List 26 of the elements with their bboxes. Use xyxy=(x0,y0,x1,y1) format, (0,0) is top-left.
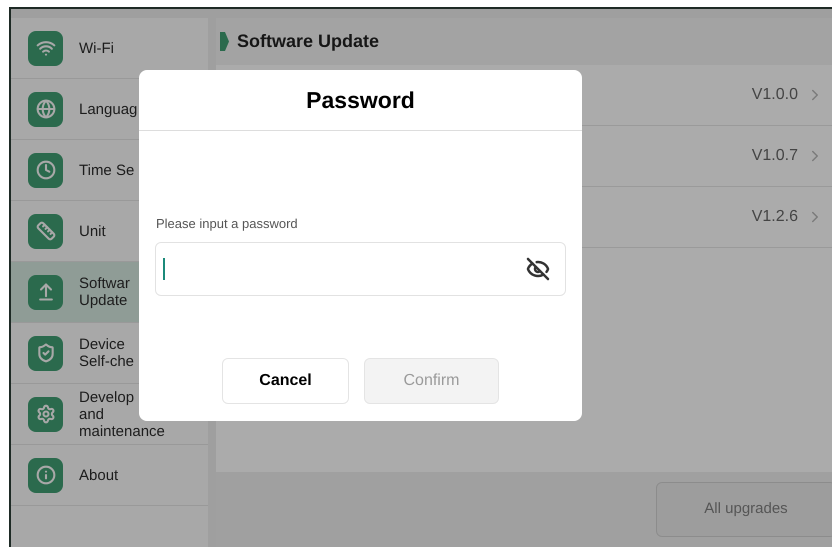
password-field[interactable] xyxy=(155,242,566,296)
sidebar-label: Softwar Update xyxy=(79,275,130,309)
sidebar-label: About xyxy=(79,466,118,484)
sidebar-label: Develop and maintenance xyxy=(79,388,165,440)
sidebar-label: Time Se xyxy=(79,162,134,178)
version-text: V1.0.0 xyxy=(752,85,798,105)
text-cursor xyxy=(163,258,165,280)
shield-check-icon xyxy=(28,336,63,370)
section-title: Software Update xyxy=(237,30,380,53)
version-text: V1.0.7 xyxy=(752,146,798,166)
sidebar-label: Languag xyxy=(79,100,138,118)
sidebar-label: Unit xyxy=(79,222,106,240)
version-text: V1.2.6 xyxy=(752,207,798,227)
clock-icon xyxy=(28,152,63,188)
hide-password-icon[interactable] xyxy=(526,256,550,280)
ruler-icon xyxy=(28,214,63,248)
info-icon xyxy=(28,458,63,492)
sidebar-label: Wi-Fi xyxy=(79,40,114,56)
globe-icon xyxy=(28,92,63,126)
gear-icon xyxy=(28,396,63,432)
wifi-icon xyxy=(28,30,63,66)
sidebar-label: Device Self-che xyxy=(79,336,134,370)
cancel-button[interactable]: Cancel xyxy=(222,358,349,404)
flag-icon xyxy=(220,32,229,51)
dialog-title: Password xyxy=(306,86,415,115)
upload-icon xyxy=(28,274,63,310)
